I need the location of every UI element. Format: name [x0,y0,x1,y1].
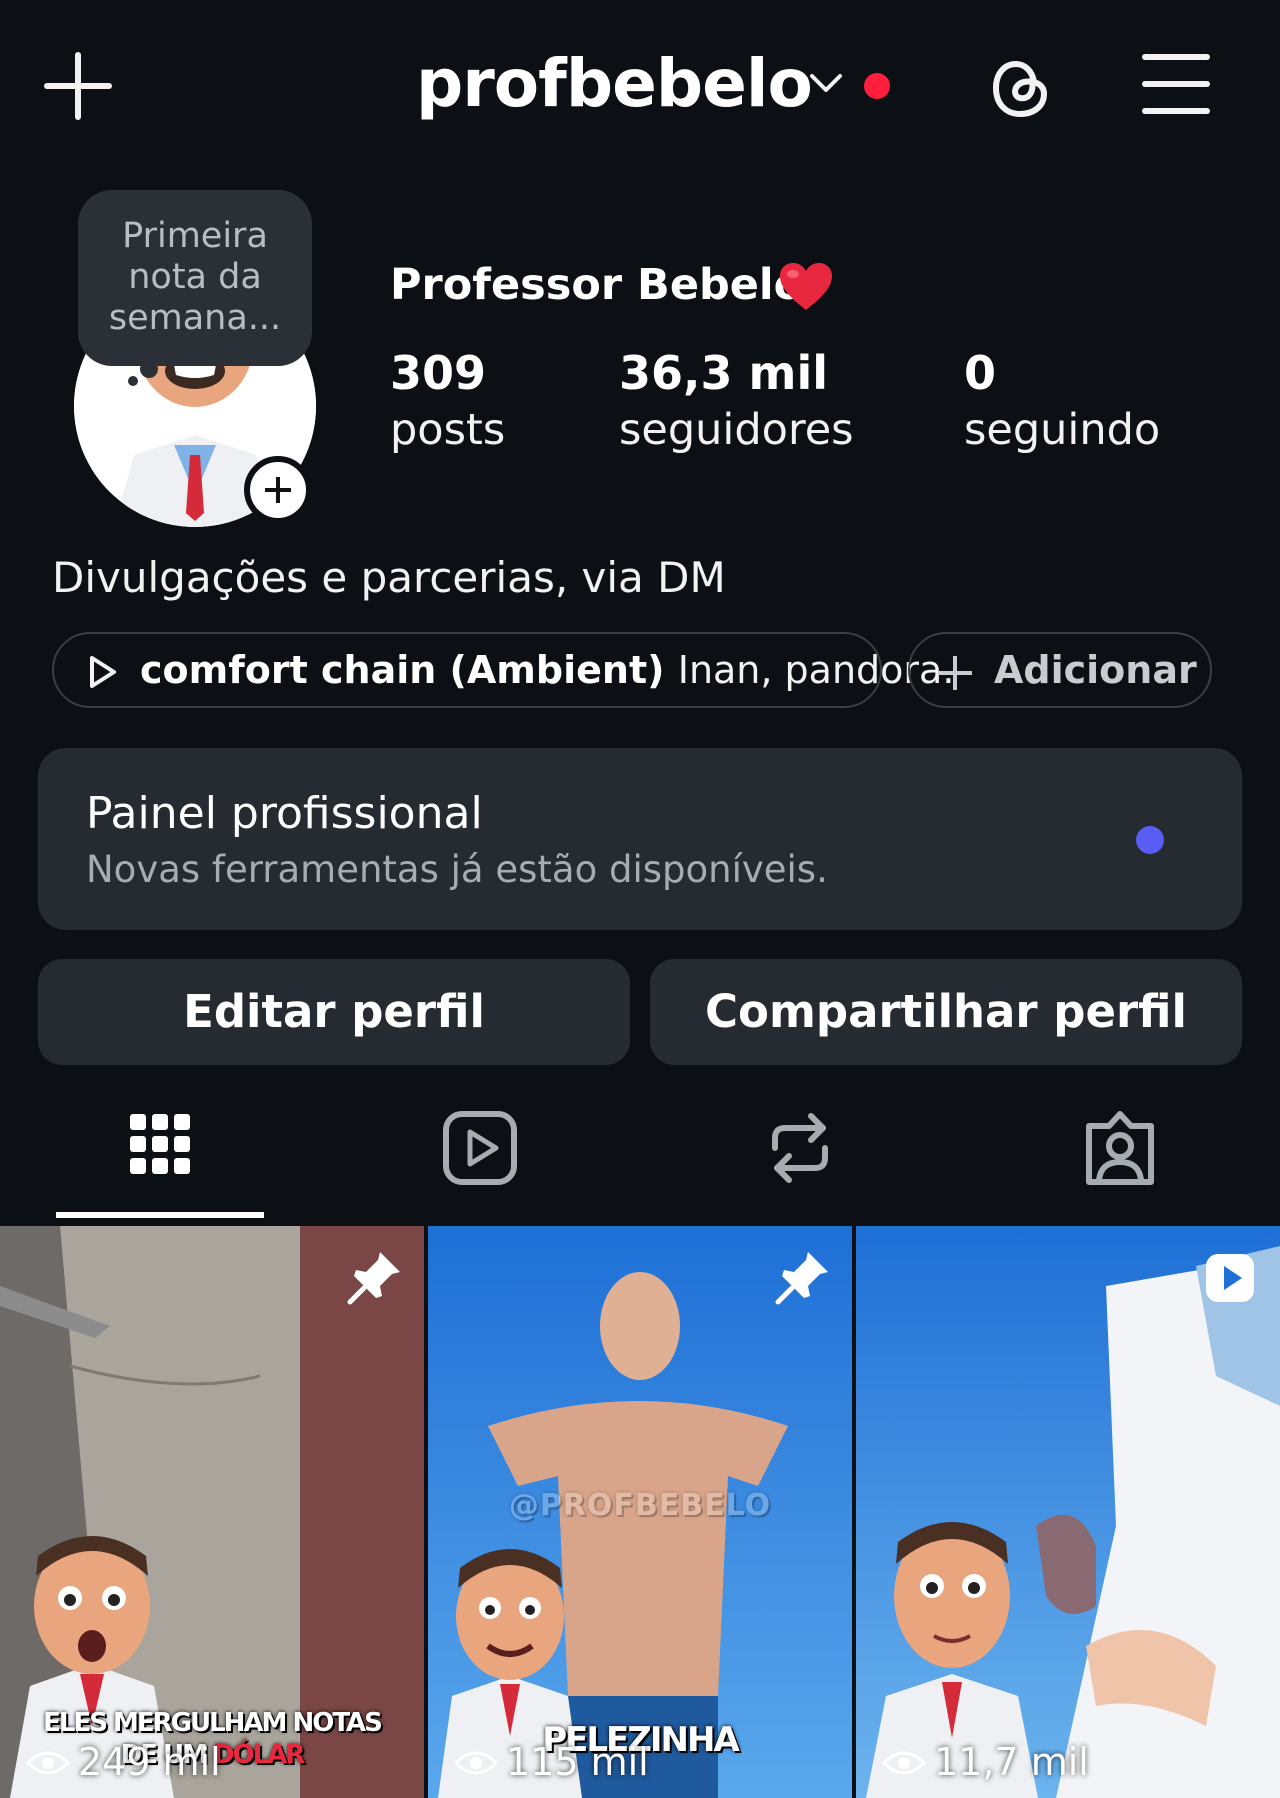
top-bar: profbebelo [0,0,1280,170]
note-bubble[interactable]: Primeira nota da semana... [78,190,312,366]
active-tab-indicator [56,1212,264,1218]
share-profile-button[interactable]: Compartilhar perfil [650,959,1242,1065]
note-line: nota da [128,257,262,297]
pin-icon [775,1252,828,1305]
post-thumbnail[interactable]: PELEZINHA @PROFBEBELO 115 mil [428,1226,852,1798]
add-label: Adicionar [994,648,1197,692]
stat-value: 309 [390,346,487,400]
stat-following[interactable]: 0 seguindo [964,345,1160,459]
pro-panel-title: Painel profissional [86,788,483,839]
add-story-button[interactable] [244,456,312,524]
post-views-count: 11,7 mil [934,1740,1089,1784]
red-heart-icon [780,263,832,310]
pro-panel-subtitle: Novas ferramentas já estão disponíveis. [86,848,828,891]
note-tail [128,376,138,386]
reel-icon [1206,1254,1254,1302]
stat-label: seguidores [619,405,854,455]
profile-tabs [0,1098,1280,1218]
post-views-count: 115 mil [506,1740,649,1784]
tab-reposts[interactable] [640,1098,960,1218]
threads-icon[interactable] [986,52,1054,124]
post-views-count: 249 mil [78,1740,221,1784]
professional-dashboard[interactable]: Painel profissional Novas ferramentas já… [38,748,1242,930]
new-indicator-dot [1136,826,1164,854]
post-watermark: @PROFBEBELO [508,1488,772,1523]
post-thumbnail[interactable]: ELES MERGULHAM NOTAS DE UM DÓLAR 249 mil [0,1226,424,1798]
note-line: Primeira [122,216,268,256]
chevron-down-icon[interactable] [806,68,846,98]
plus-icon [938,656,972,690]
stat-posts[interactable]: 309 posts [390,345,505,459]
post-caption: ELES MERGULHAM NOTAS [43,1708,383,1738]
profile-music-pill[interactable]: comfort chain (Ambient) Inan, pandora. [52,632,954,708]
tab-tagged[interactable] [960,1098,1280,1218]
notification-dot [864,73,890,99]
post-views: 249 mil [26,1740,221,1784]
reels-icon [443,1111,517,1185]
add-button[interactable]: Adicionar [908,632,1212,708]
note-tail [140,360,158,378]
note-line: semana... [108,298,282,338]
stat-followers[interactable]: 36,3 mil seguidores [619,345,854,459]
play-icon [90,656,116,688]
tagged-icon [1086,1111,1154,1185]
pin-icon [347,1252,400,1305]
post-thumbnail[interactable]: 11,7 mil [856,1226,1280,1798]
stat-value: 0 [964,346,997,400]
posts-grid: ELES MERGULHAM NOTAS DE UM DÓLAR 249 mil [0,1226,1280,1798]
stat-label: posts [390,405,506,455]
display-name: Professor Bebelo [390,260,804,310]
stat-label: seguindo [964,405,1161,455]
edit-profile-button[interactable]: Editar perfil [38,959,630,1065]
stat-value: 36,3 mil [619,346,828,400]
eye-icon [26,1751,70,1775]
post-views: 11,7 mil [882,1740,1089,1784]
song-title: comfort chain (Ambient) [140,648,665,692]
tab-reels[interactable] [320,1098,640,1218]
create-plus-icon[interactable] [44,52,112,120]
bio-text: Divulgações e parcerias, via DM [52,553,726,602]
eye-icon [882,1751,926,1775]
post-caption-highlight: DÓLAR [213,1740,305,1770]
tab-grid[interactable] [0,1098,320,1218]
post-views: 115 mil [454,1740,649,1784]
username-title[interactable]: profbebelo [416,45,813,122]
hamburger-menu-icon[interactable] [1142,52,1210,116]
reposts-icon [772,1113,828,1183]
grid-icon [130,1114,190,1174]
eye-icon [454,1751,498,1775]
